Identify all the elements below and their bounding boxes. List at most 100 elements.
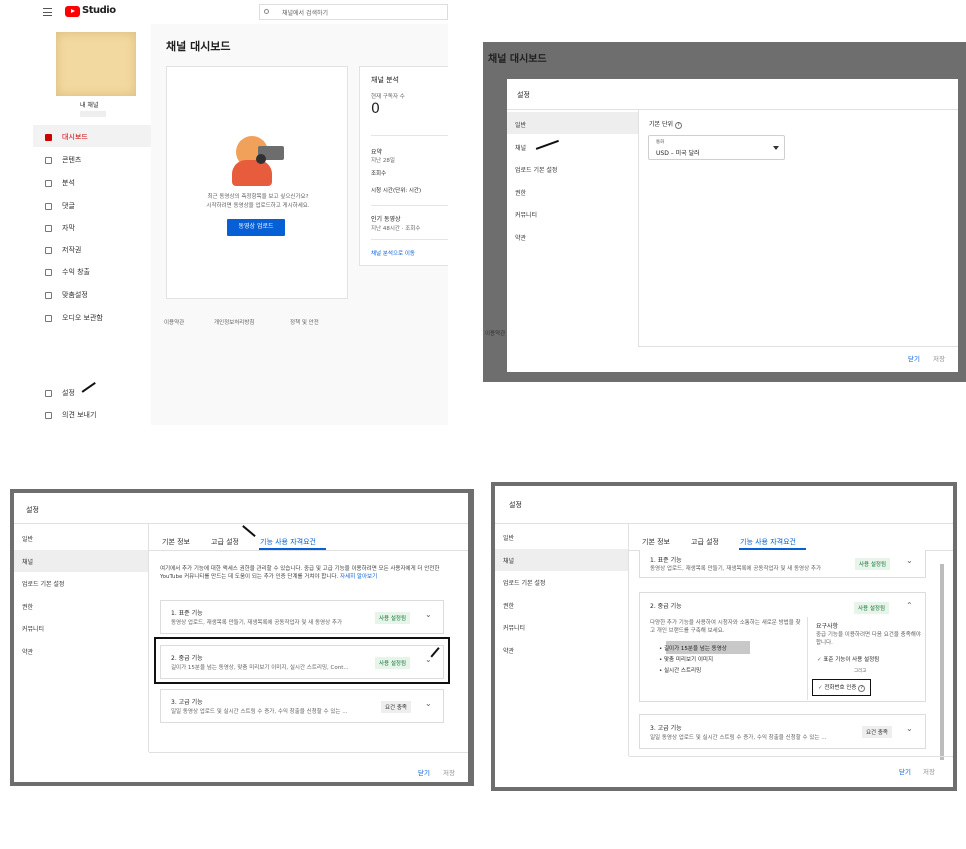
dialog-title: 설정 <box>26 506 39 514</box>
sidebar-item[interactable]: 맞춤설정 <box>45 290 88 300</box>
close-button[interactable]: 닫기 <box>899 766 911 776</box>
settings-tab[interactable]: 기능 사용 자격요건 <box>260 537 316 547</box>
footer-privacy-link[interactable]: 개인정보처리방침 <box>214 318 254 326</box>
help-icon[interactable]: ? <box>674 122 682 129</box>
feature-card[interactable]: 3. 고급 기능 일일 동영상 업로드 및 실시간 스트링 수 증가, 수익 창출… <box>160 689 444 723</box>
upload-card-line2: 시작하려면 동영상을 업로드하고 게시하세요. <box>206 203 310 209</box>
requirement-standard: ✓ 표준 기능이 사용 설정됨 <box>817 655 879 663</box>
requirement-text: 전화번호 인증 <box>824 685 857 691</box>
upload-video-button[interactable]: 동영상 업로드 <box>227 219 285 236</box>
sidebar-item[interactable]: 대시보드 <box>45 132 88 142</box>
sidebar-item-label: 대시보드 <box>62 133 88 141</box>
close-button[interactable]: 닫기 <box>418 767 430 777</box>
nav-divider <box>148 524 149 752</box>
save-button[interactable]: 저장 <box>923 766 935 776</box>
settings-tab[interactable]: 기본 정보 <box>642 537 670 547</box>
nav-active-bg <box>14 550 148 572</box>
settings-nav-item[interactable]: 약관 <box>503 646 514 655</box>
settings-nav-item[interactable]: 일반 <box>503 533 514 542</box>
audio-library-icon <box>45 314 52 322</box>
divider <box>495 523 953 524</box>
settings-nav-item[interactable]: 커뮤니티 <box>515 210 537 219</box>
list-item: • 맞춤 미리보기 이미지 <box>659 657 714 663</box>
channel-avatar[interactable] <box>56 32 136 96</box>
sidebar-item-label: 의견 보내기 <box>62 411 97 419</box>
feature-desc: 일일 동영상 업로드 및 실시간 스트링 수 증가, 수익 창출을 신청할 수 … <box>650 735 827 741</box>
settings-tab[interactable]: 고급 설정 <box>211 537 239 547</box>
search-box[interactable]: 채널에서 검색하기 <box>259 4 448 20</box>
channel-analytics-card: 채널 분석 현재 구독자 수 0 요약 지난 28일 조회수 시청 시간(단위:… <box>359 66 448 266</box>
feature-title: 2. 중급 기능 <box>650 603 682 610</box>
feature-card-intermediate: 2. 중급 기능 사용 설정됨 ⌃ 다양한 추가 기능을 사용하여 시청자와 소… <box>639 592 926 702</box>
sidebar-item[interactable]: 댓글 <box>45 201 75 211</box>
divider <box>149 550 468 551</box>
sidebar-item[interactable]: 수익 창출 <box>45 267 90 277</box>
feature-title: 1. 표준 기능 <box>650 557 682 564</box>
settings-tab[interactable]: 기능 사용 자격요건 <box>740 537 796 547</box>
go-to-analytics-link[interactable]: 채널 분석으로 이동 <box>371 249 415 257</box>
settings-nav-item[interactable]: 약관 <box>515 233 526 242</box>
sidebar-item[interactable]: 분석 <box>45 178 75 188</box>
settings-nav-item[interactable]: 일반 <box>515 120 526 129</box>
settings-tab[interactable]: 기본 정보 <box>162 537 190 547</box>
nav-active-bg <box>495 549 628 571</box>
chevron-up-icon[interactable]: ⌃ <box>906 601 913 610</box>
save-button[interactable]: 저장 <box>443 767 455 777</box>
scrollbar[interactable] <box>940 564 944 760</box>
footer-policy-link[interactable]: 정책 및 안전 <box>290 318 319 326</box>
hamburger-menu-icon[interactable] <box>43 8 52 16</box>
settings-tab[interactable]: 고급 설정 <box>691 537 719 547</box>
nav-active-bg <box>507 112 638 134</box>
sidebar-item[interactable]: 자막 <box>45 223 75 233</box>
feature-card[interactable]: 1. 표준 기능 동영상 업로드, 재생목록 만들기, 재생목록에 공동작업자 및… <box>160 600 444 634</box>
settings-nav-item[interactable]: 권한 <box>22 602 33 611</box>
sidebar-item[interactable]: 설정 <box>45 388 75 398</box>
bg-page-title: 채널 대시보드 <box>488 54 547 65</box>
top-bar: Studio 채널에서 검색하기 <box>33 0 448 24</box>
help-icon[interactable]: ? <box>858 685 866 692</box>
status-badge: 요건 충족 <box>381 701 411 713</box>
sidebar-item[interactable]: 저작권 <box>45 245 81 255</box>
chevron-down-icon[interactable]: ⌄ <box>906 724 913 733</box>
check-icon: ✓ <box>818 685 823 691</box>
settings-nav-item[interactable]: 권한 <box>503 601 514 610</box>
settings-nav-item[interactable]: 권한 <box>515 188 526 197</box>
settings-nav-item[interactable]: 업로드 기본 설정 <box>503 578 545 587</box>
sidebar-item[interactable]: 콘텐츠 <box>45 155 81 165</box>
popular-period: 지난 48시간 · 조회수 <box>371 226 421 232</box>
sidebar-item[interactable]: 의견 보내기 <box>45 410 96 420</box>
currency-section-label: 기본 단위 ? <box>649 119 682 129</box>
learn-more-link[interactable]: 자세히 알아보기 <box>340 574 377 580</box>
settings-nav-item[interactable]: 커뮤니티 <box>503 623 525 632</box>
save-button[interactable]: 저장 <box>933 353 945 363</box>
youtube-logo-icon[interactable] <box>65 6 80 17</box>
sidebar-item[interactable]: 오디오 보관함 <box>45 313 103 323</box>
settings-nav-item[interactable]: 커뮤니티 <box>22 624 44 633</box>
feature-card-advanced[interactable]: 3. 고급 기능 일일 동영상 업로드 및 실시간 스트링 수 증가, 수익 창… <box>639 714 926 749</box>
feature-desc: 동영상 업로드, 재생목록 만들기, 재생목록에 공동작업자 및 새 동영상 추… <box>650 566 822 572</box>
settings-nav-item[interactable]: 채널 <box>503 556 514 565</box>
studio-logo-text: Studio <box>82 5 116 16</box>
chevron-down-icon[interactable]: ⌄ <box>425 610 432 619</box>
currency-select[interactable]: 통화 USD – 미국 달러 <box>648 135 785 160</box>
settings-nav-item[interactable]: 채널 <box>515 143 526 152</box>
channel-name: 내 채널 <box>80 102 99 109</box>
divider <box>629 756 953 757</box>
settings-nav-item[interactable]: 채널 <box>22 557 33 566</box>
bullet-text: 길이가 15분을 넘는 동영상 <box>664 646 727 652</box>
bullet-list: • 길이가 15분을 넘는 동영상 • 맞춤 미리보기 이미지 • 실시간 스트… <box>659 644 727 677</box>
footer-terms-link[interactable]: 이용약관 <box>164 318 184 326</box>
currency-label: 기본 단위 <box>649 121 673 128</box>
chevron-down-icon[interactable]: ⌄ <box>425 699 432 708</box>
feature-card-standard[interactable]: 1. 표준 기능 동영상 업로드, 재생목록 만들기, 재생목록에 공동작업자 … <box>639 550 926 578</box>
nav-divider <box>638 110 639 346</box>
feedback-icon <box>45 411 52 419</box>
chevron-down-icon[interactable]: ⌄ <box>906 556 913 565</box>
settings-nav-item[interactable]: 업로드 기본 설정 <box>22 579 64 588</box>
close-button[interactable]: 닫기 <box>908 353 920 363</box>
feature-title: 3. 고급 기능 <box>650 725 682 732</box>
settings-nav-item[interactable]: 업로드 기본 설정 <box>515 165 557 174</box>
settings-nav-item[interactable]: 약관 <box>22 647 33 656</box>
settings-nav-item[interactable]: 일반 <box>22 534 33 543</box>
search-input[interactable]: 채널에서 검색하기 <box>282 8 328 17</box>
